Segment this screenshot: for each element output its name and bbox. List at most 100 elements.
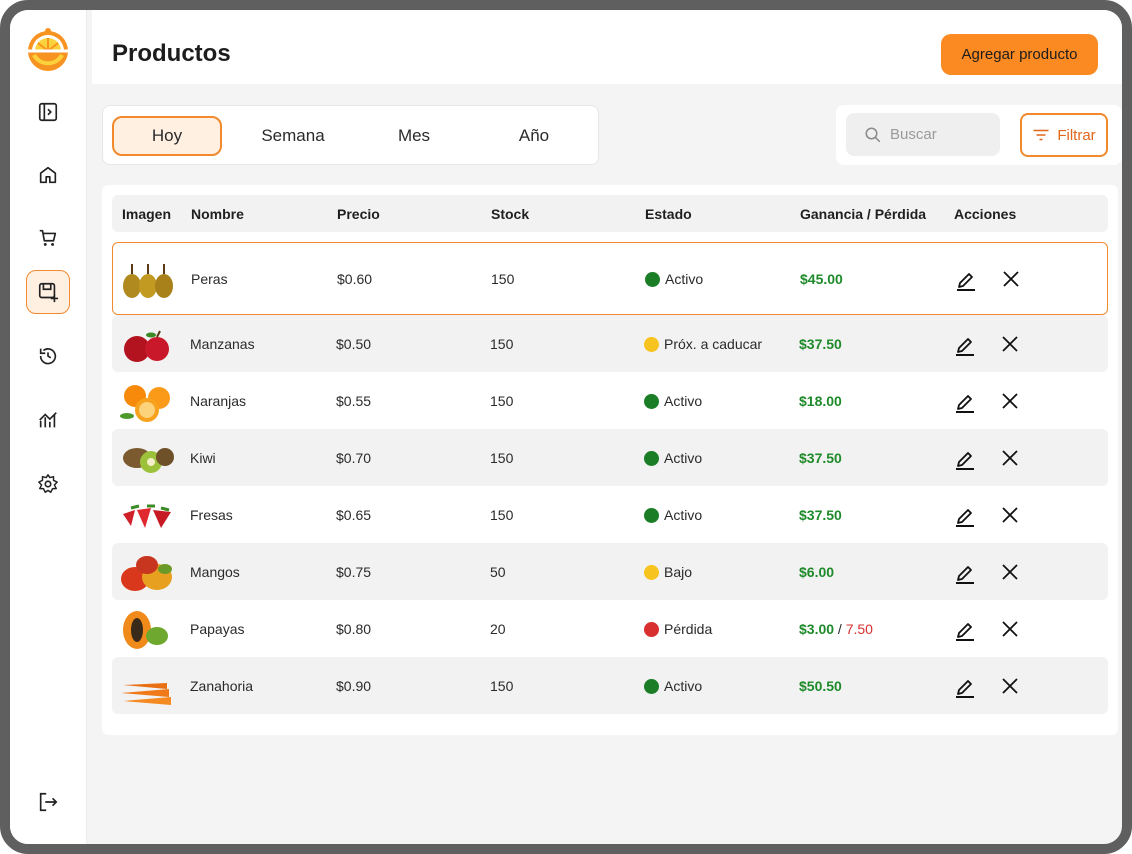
edit-icon[interactable] (953, 560, 977, 584)
product-price: $0.70 (336, 449, 372, 466)
status-dot-icon (644, 507, 659, 523)
delete-icon[interactable] (998, 503, 1022, 527)
delete-icon[interactable] (998, 617, 1022, 641)
filter-button[interactable]: Filtrar (1020, 113, 1108, 157)
product-price: $0.60 (337, 270, 373, 287)
product-name: Papayas (190, 620, 245, 637)
edit-icon[interactable] (953, 389, 977, 413)
status-label: Próx. a caducar (664, 335, 763, 352)
status-badge: Próx. a caducar (644, 336, 762, 352)
strawberry-image (123, 504, 171, 528)
product-name: Fresas (190, 506, 233, 523)
product-stock: 150 (490, 449, 514, 466)
home-icon (39, 166, 57, 184)
history-icon (39, 348, 57, 365)
product-stock: 150 (490, 335, 514, 352)
column-header-precio: Precio (337, 206, 380, 222)
sidebar-item-settings[interactable] (26, 462, 70, 506)
status-dot-icon (644, 450, 659, 466)
products-table: Imagen Nombre Precio Stock Estado Gananc… (102, 185, 1118, 735)
profit-loss: $18.00 (799, 393, 842, 409)
status-label: Activo (665, 270, 704, 287)
status-badge: Activo (644, 393, 702, 409)
period-tabs: Hoy Semana Mes Año (102, 105, 599, 165)
page-title: Productos (112, 40, 231, 67)
product-name: Naranjas (190, 392, 247, 409)
sidebar-item-home[interactable] (26, 153, 70, 197)
table-row[interactable]: Naranjas $0.55 150 Activo $18.00 (112, 372, 1108, 429)
profit-loss: $37.50 (799, 507, 842, 523)
column-header-stock: Stock (491, 206, 530, 222)
profit-loss: $3.00 / 7.50 (799, 620, 873, 637)
status-label: Activo (664, 677, 703, 694)
table-row[interactable]: Fresas $0.65 150 Activo $37.50 (112, 486, 1108, 543)
delete-icon[interactable] (998, 560, 1022, 584)
profit-value: $3.00 (799, 620, 835, 637)
profit-loss: $50.50 (799, 678, 842, 694)
carrot-image (121, 682, 171, 705)
sidebar-item-analytics[interactable] (26, 398, 70, 442)
edit-icon[interactable] (953, 446, 977, 470)
profit-value: $6.00 (799, 563, 835, 580)
table-row[interactable]: Kiwi $0.70 150 Activo $37.50 (112, 429, 1108, 486)
product-name: Mangos (190, 563, 240, 580)
profit-loss: $45.00 (800, 271, 843, 287)
mango-image (121, 555, 172, 591)
table-row[interactable]: Papayas $0.80 20 Pérdida $3.00 / 7.50 (112, 600, 1108, 657)
tab-mes[interactable]: Mes (359, 116, 469, 156)
status-dot-icon (645, 271, 660, 287)
delete-icon[interactable] (998, 332, 1022, 356)
kiwi-image (123, 447, 174, 473)
product-price: $0.65 (336, 506, 372, 523)
tab-hoy[interactable]: Hoy (112, 116, 222, 156)
search-box[interactable] (846, 113, 1000, 156)
product-stock: 150 (490, 677, 514, 694)
edit-icon[interactable] (953, 617, 977, 641)
edit-icon[interactable] (953, 332, 977, 356)
column-header-ganancia: Ganancia / Pérdida (800, 206, 927, 222)
profit-value: $37.50 (799, 449, 842, 466)
logout-button[interactable] (26, 780, 70, 824)
sidebar-item-cart[interactable] (26, 216, 70, 260)
edit-icon[interactable] (953, 503, 977, 527)
app-frame: Productos Agregar producto Hoy Semana Me… (0, 0, 1132, 854)
apple-image (124, 330, 169, 362)
sidebar-item-history[interactable] (26, 334, 70, 378)
status-dot-icon (644, 393, 659, 409)
product-stock: 150 (491, 270, 515, 287)
tab-ano[interactable]: Año (479, 116, 589, 156)
status-badge: Pérdida (644, 621, 712, 637)
product-name: Kiwi (190, 449, 216, 466)
delete-icon[interactable] (998, 446, 1022, 470)
profit-loss: $37.50 (799, 336, 842, 352)
delete-icon[interactable] (999, 267, 1023, 291)
search-input[interactable] (890, 126, 990, 143)
profit-value: $37.50 (799, 335, 842, 352)
table-row[interactable]: Zanahoria $0.90 150 Activo $50.50 (112, 657, 1108, 714)
settings-icon (38, 474, 58, 493)
search-icon (865, 127, 881, 142)
table-row[interactable]: Mangos $0.75 50 Bajo $6.00 (112, 543, 1108, 600)
profit-loss: $37.50 (799, 450, 842, 466)
orange-logo-icon (28, 28, 68, 71)
status-label: Activo (664, 392, 703, 409)
status-badge: Activo (644, 450, 702, 466)
status-badge: Activo (645, 271, 703, 287)
status-dot-icon (644, 678, 659, 694)
sidebar-item-products[interactable] (26, 270, 70, 314)
product-price: $0.55 (336, 392, 372, 409)
add-product-button[interactable]: Agregar producto (941, 34, 1098, 75)
product-price: $0.90 (336, 677, 372, 694)
edit-icon[interactable] (953, 674, 977, 698)
edit-icon[interactable] (954, 267, 978, 291)
status-badge: Bajo (644, 564, 692, 580)
table-row[interactable]: Manzanas $0.50 150 Próx. a caducar $37.5… (112, 315, 1108, 372)
profit-value: $18.00 (799, 392, 842, 409)
add-product-icon (38, 282, 59, 303)
sidebar-toggle-button[interactable] (26, 90, 70, 134)
status-dot-icon (644, 564, 659, 580)
tab-semana[interactable]: Semana (238, 116, 348, 156)
delete-icon[interactable] (998, 389, 1022, 413)
delete-icon[interactable] (998, 674, 1022, 698)
table-row[interactable]: Peras $0.60 150 Activo $45.00 (112, 242, 1108, 315)
